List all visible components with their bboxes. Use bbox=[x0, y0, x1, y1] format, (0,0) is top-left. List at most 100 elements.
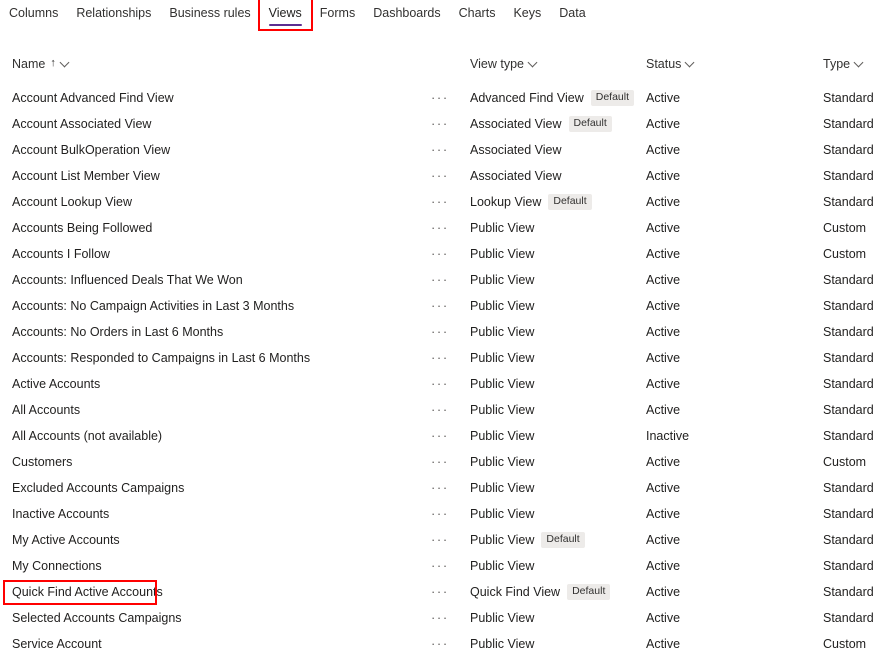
row-overflow-menu-icon[interactable]: ··· bbox=[431, 137, 449, 163]
row-overflow-menu-icon[interactable]: ··· bbox=[431, 267, 449, 293]
view-name-link[interactable]: Account Associated View bbox=[12, 111, 151, 137]
table-row[interactable]: Customers ··· Public View Active Custom bbox=[0, 449, 875, 475]
chevron-down-icon[interactable] bbox=[61, 58, 70, 67]
column-header-name[interactable]: Name ↑ bbox=[12, 57, 70, 71]
table-row[interactable]: All Accounts (not available) ··· Public Vi… bbox=[0, 423, 875, 449]
default-badge: Default bbox=[541, 532, 585, 548]
row-overflow-menu-icon[interactable]: ··· bbox=[431, 241, 449, 267]
tab-dashboards[interactable]: Dashboards bbox=[364, 0, 449, 29]
view-type-cell: Associated View bbox=[470, 137, 562, 163]
view-name-link[interactable]: Account BulkOperation View bbox=[12, 137, 170, 163]
view-type-label: Public View bbox=[470, 403, 535, 417]
tab-views[interactable]: Views bbox=[257, 0, 313, 31]
view-name-link[interactable]: All Accounts (not available) bbox=[12, 423, 162, 449]
table-row[interactable]: Service Account ··· Public View Active Custo… bbox=[0, 631, 875, 657]
tab-columns[interactable]: Columns bbox=[0, 0, 67, 29]
row-overflow-menu-icon[interactable]: ··· bbox=[431, 85, 449, 111]
type-cell: Custom bbox=[823, 637, 867, 651]
column-header-status[interactable]: Status bbox=[646, 57, 695, 71]
view-name-link[interactable]: All Accounts bbox=[12, 397, 80, 423]
view-name-link[interactable]: Accounts: No Orders in Last 6 Months bbox=[12, 319, 223, 345]
view-name-link[interactable]: My Connections bbox=[12, 553, 102, 579]
row-overflow-menu-icon[interactable]: ··· bbox=[431, 579, 449, 605]
view-name-link[interactable]: Account Advanced Find View bbox=[12, 85, 174, 111]
type-cell: Standard bbox=[823, 429, 874, 443]
table-row[interactable]: Account Lookup View ··· Lookup View Default… bbox=[0, 189, 875, 215]
row-overflow-menu-icon[interactable]: ··· bbox=[431, 293, 449, 319]
type-cell: Standard bbox=[823, 273, 874, 287]
row-overflow-menu-icon[interactable]: ··· bbox=[431, 345, 449, 371]
view-name-link[interactable]: Selected Accounts Campaigns bbox=[12, 605, 182, 631]
table-row[interactable]: Account List Member View ··· Associated Vi… bbox=[0, 163, 875, 189]
view-type-cell: Associated View Default bbox=[470, 111, 612, 137]
column-header-type[interactable]: Type bbox=[823, 57, 864, 71]
table-row[interactable]: Active Accounts ··· Public View Active Stand… bbox=[0, 371, 875, 397]
row-overflow-menu-icon[interactable]: ··· bbox=[431, 501, 449, 527]
view-name-link[interactable]: Accounts: No Campaign Activities in Last… bbox=[12, 293, 294, 319]
table-row[interactable]: Account BulkOperation View ··· Associated … bbox=[0, 137, 875, 163]
table-row[interactable]: Excluded Accounts Campaigns ··· Public Vie… bbox=[0, 475, 875, 501]
view-name-link[interactable]: Excluded Accounts Campaigns bbox=[12, 475, 184, 501]
row-overflow-menu-icon[interactable]: ··· bbox=[431, 449, 449, 475]
status-cell: Inactive bbox=[646, 429, 690, 443]
view-name-link[interactable]: Service Account bbox=[12, 631, 102, 657]
view-name-link[interactable]: Accounts: Responded to Campaigns in Last… bbox=[12, 345, 310, 371]
table-row[interactable]: Accounts: No Orders in Last 6 Months ··· P… bbox=[0, 319, 875, 345]
tab-data[interactable]: Data bbox=[550, 0, 594, 29]
row-overflow-menu-icon[interactable]: ··· bbox=[431, 189, 449, 215]
status-cell: Active bbox=[646, 195, 681, 209]
row-overflow-menu-icon[interactable]: ··· bbox=[431, 527, 449, 553]
view-type-label: Public View bbox=[470, 351, 535, 365]
view-name-link[interactable]: Account Lookup View bbox=[12, 189, 132, 215]
row-overflow-menu-icon[interactable]: ··· bbox=[431, 215, 449, 241]
view-name-link[interactable]: Customers bbox=[12, 449, 72, 475]
row-overflow-menu-icon[interactable]: ··· bbox=[431, 553, 449, 579]
row-overflow-menu-icon[interactable]: ··· bbox=[431, 397, 449, 423]
chevron-down-icon[interactable] bbox=[529, 58, 538, 67]
view-name-link[interactable]: My Active Accounts bbox=[12, 527, 120, 553]
row-overflow-menu-icon[interactable]: ··· bbox=[431, 371, 449, 397]
table-row[interactable]: My Connections ··· Public View Active Standa… bbox=[0, 553, 875, 579]
view-name-link[interactable]: Accounts Being Followed bbox=[12, 215, 152, 241]
table-row[interactable]: Inactive Accounts ··· Public View Active Sta… bbox=[0, 501, 875, 527]
table-row[interactable]: Accounts: No Campaign Activities in Last… bbox=[0, 293, 875, 319]
chevron-down-icon[interactable] bbox=[855, 58, 864, 67]
view-name-link[interactable]: Active Accounts bbox=[12, 371, 100, 397]
tab-forms[interactable]: Forms bbox=[311, 0, 364, 29]
chevron-down-icon[interactable] bbox=[686, 58, 695, 67]
table-row[interactable]: Accounts: Influenced Deals That We Won ··… bbox=[0, 267, 875, 293]
tab-business-rules[interactable]: Business rules bbox=[160, 0, 259, 29]
type-cell: Custom bbox=[823, 247, 867, 261]
view-type-label: Associated View bbox=[470, 117, 562, 131]
view-type-label: Public View bbox=[470, 247, 535, 261]
row-overflow-menu-icon[interactable]: ··· bbox=[431, 475, 449, 501]
row-overflow-menu-icon[interactable]: ··· bbox=[431, 163, 449, 189]
column-header-view-type[interactable]: View type bbox=[470, 57, 538, 71]
type-cell: Standard bbox=[823, 117, 874, 131]
table-row[interactable]: Quick Find Active Accounts ··· Quick Find … bbox=[0, 579, 875, 605]
row-overflow-menu-icon[interactable]: ··· bbox=[431, 111, 449, 137]
table-row[interactable]: Selected Accounts Campaigns ··· Public Vie… bbox=[0, 605, 875, 631]
view-name-link[interactable]: Accounts I Follow bbox=[12, 241, 110, 267]
row-overflow-menu-icon[interactable]: ··· bbox=[431, 423, 449, 449]
table-row[interactable]: Account Advanced Find View ··· Advanced Fi… bbox=[0, 85, 875, 111]
tab-keys[interactable]: Keys bbox=[504, 0, 550, 29]
tab-relationships[interactable]: Relationships bbox=[67, 0, 160, 29]
row-overflow-menu-icon[interactable]: ··· bbox=[431, 631, 449, 657]
view-name-link[interactable]: Inactive Accounts bbox=[12, 501, 109, 527]
row-overflow-menu-icon[interactable]: ··· bbox=[431, 605, 449, 631]
tab-charts[interactable]: Charts bbox=[450, 0, 505, 29]
table-row[interactable]: All Accounts ··· Public View Active Standard bbox=[0, 397, 875, 423]
row-overflow-menu-icon[interactable]: ··· bbox=[431, 319, 449, 345]
view-name-link[interactable]: Quick Find Active Accounts bbox=[12, 579, 163, 605]
table-row[interactable]: Account Associated View ··· Associated Vie… bbox=[0, 111, 875, 137]
view-type-label: Advanced Find View bbox=[470, 91, 584, 105]
type-cell: Standard bbox=[823, 91, 874, 105]
table-row[interactable]: Accounts I Follow ··· Public View Active Cus… bbox=[0, 241, 875, 267]
default-badge: Default bbox=[567, 584, 611, 600]
table-row[interactable]: My Active Accounts ··· Public View Default A… bbox=[0, 527, 875, 553]
view-name-link[interactable]: Accounts: Influenced Deals That We Won bbox=[12, 267, 243, 293]
view-name-link[interactable]: Account List Member View bbox=[12, 163, 160, 189]
table-row[interactable]: Accounts Being Followed ··· Public View Act… bbox=[0, 215, 875, 241]
table-row[interactable]: Accounts: Responded to Campaigns in Last… bbox=[0, 345, 875, 371]
